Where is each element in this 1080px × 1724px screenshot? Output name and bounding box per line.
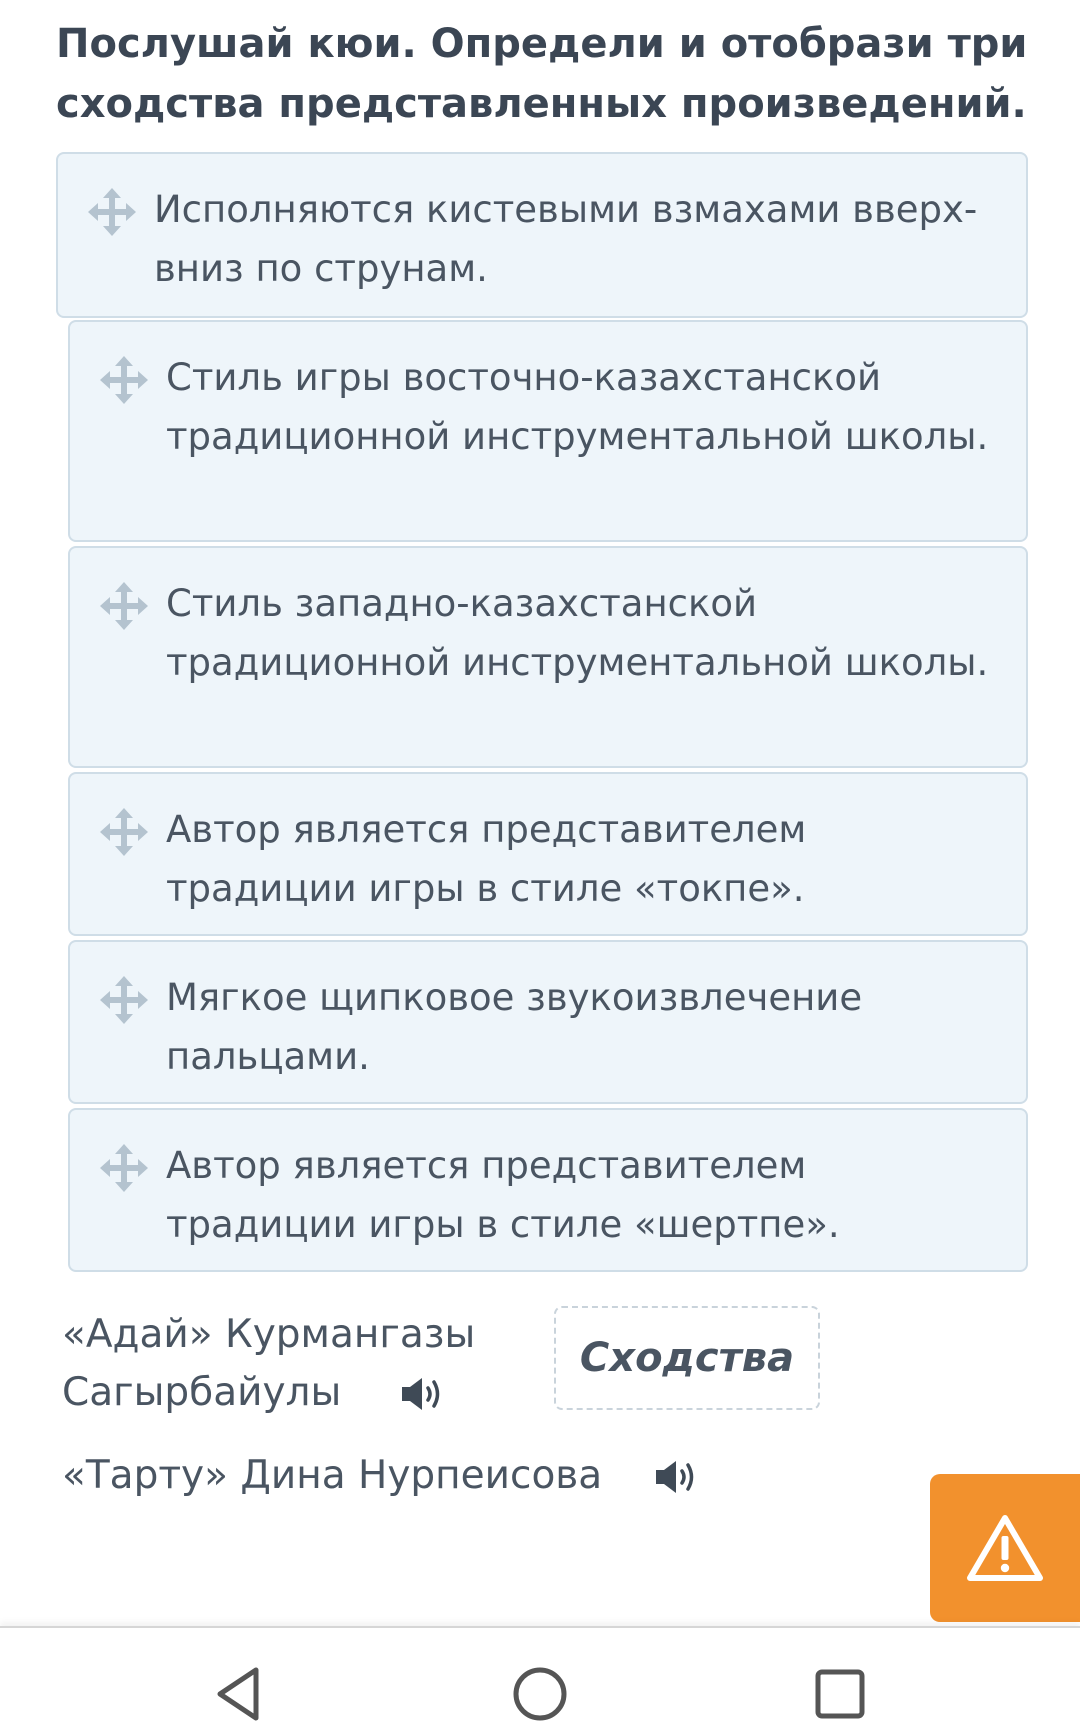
drag-handle-icon[interactable] [88, 188, 136, 236]
speaker-icon[interactable] [654, 1457, 700, 1497]
piece-1-title-line2: Сагырбайулы [62, 1370, 342, 1415]
question-title: Послушай кюи. Определи и отобрази три сх… [56, 21, 1028, 127]
back-triangle-icon[interactable] [210, 1664, 270, 1724]
answer-card-3[interactable]: Стиль западно-казахстанской традиционной… [68, 546, 1028, 768]
answer-card-text: Исполняются кистевыми взмахами вверх-вни… [154, 188, 978, 290]
dropzone-label: Сходства [579, 1335, 795, 1381]
drag-handle-icon[interactable] [100, 356, 148, 404]
piece-1-title-line1: «Адай» Курмангазы [62, 1312, 476, 1357]
answer-card-text: Мягкое щипковое звукоизвлечение пальцами… [166, 976, 863, 1078]
home-circle-icon[interactable] [510, 1664, 570, 1724]
drag-handle-icon[interactable] [100, 808, 148, 856]
answer-card-4[interactable]: Автор является представителем традиции и… [68, 772, 1028, 936]
answer-card-1[interactable]: Исполняются кистевыми взмахами вверх-вни… [56, 152, 1028, 318]
answer-card-6[interactable]: Автор является представителем традиции и… [68, 1108, 1028, 1272]
drag-handle-icon[interactable] [100, 582, 148, 630]
answer-card-2[interactable]: Стиль игры восточно-казахстанской традиц… [68, 320, 1028, 542]
answer-card-text: Стиль игры восточно-казахстанской традиц… [166, 356, 989, 458]
system-navigation-bar [0, 1626, 1080, 1724]
drag-handle-icon[interactable] [100, 976, 148, 1024]
answer-card-text: Автор является представителем традиции и… [166, 1144, 840, 1246]
recent-square-icon[interactable] [810, 1664, 870, 1724]
speaker-icon[interactable] [400, 1374, 446, 1414]
warning-triangle-icon [967, 1515, 1043, 1581]
answer-card-text: Стиль западно-казахстанской традиционной… [166, 582, 989, 684]
drag-handle-icon[interactable] [100, 1144, 148, 1192]
piece-2-title: «Тарту» Дина Нурпеисова [62, 1453, 603, 1498]
report-problem-button[interactable] [930, 1474, 1080, 1622]
answer-card-text: Автор является представителем традиции и… [166, 808, 807, 910]
answer-card-5[interactable]: Мягкое щипковое звукоизвлечение пальцами… [68, 940, 1028, 1104]
similarities-dropzone[interactable]: Сходства [554, 1306, 820, 1410]
